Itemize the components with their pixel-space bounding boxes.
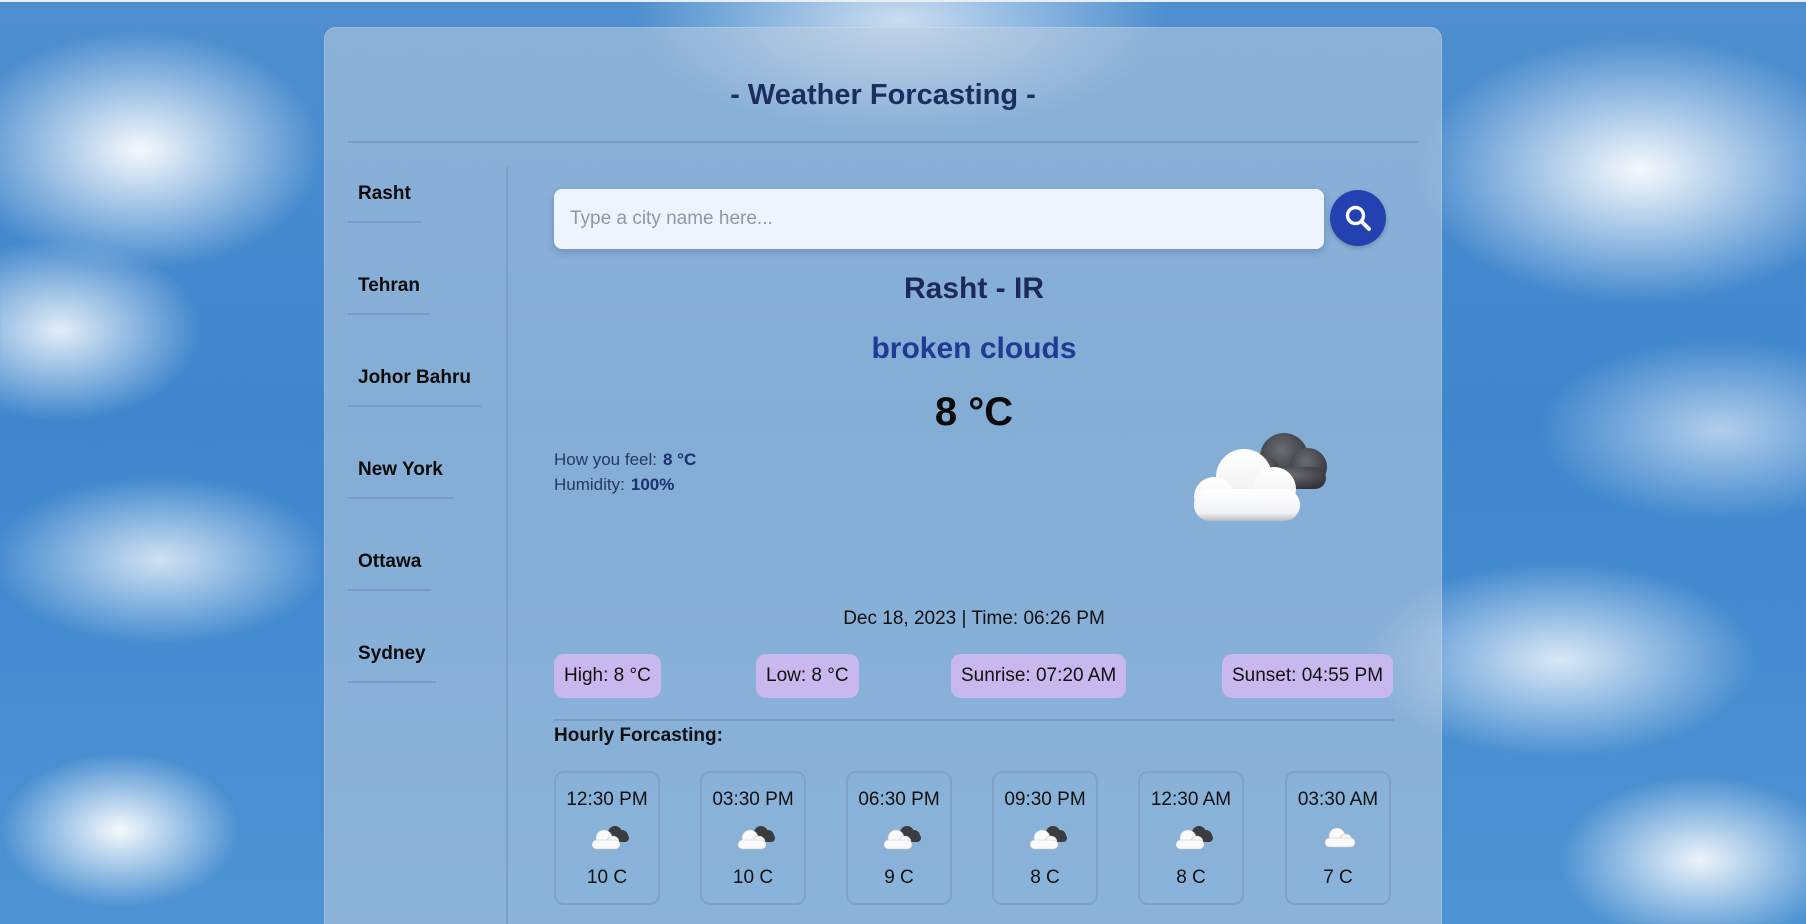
city-item-johor-bahru[interactable]: Johor Bahru (348, 361, 481, 407)
hourly-temp: 8 C (1030, 867, 1060, 888)
broken-clouds-icon (883, 826, 921, 850)
search-input[interactable] (554, 189, 1324, 249)
hourly-time: 03:30 PM (712, 789, 794, 810)
hourly-card: 03:30 PM 10 C (700, 771, 806, 905)
broken-clouds-icon (1194, 433, 1327, 521)
feels-like-label: How you feel: (554, 450, 657, 469)
location-title: Rasht - IR (903, 272, 1044, 305)
title-divider (348, 141, 1418, 143)
city-item-sydney[interactable]: Sydney (348, 637, 436, 683)
city-item-tehran[interactable]: Tehran (348, 269, 430, 315)
humidity-value: 100% (630, 475, 675, 494)
hourly-time: 12:30 AM (1150, 789, 1232, 810)
hourly-time: 12:30 PM (566, 789, 648, 810)
feels-like-value: 8 °C (663, 450, 697, 469)
broken-clouds-icon (737, 826, 775, 850)
browser-edge (0, 0, 1806, 2)
search-button[interactable] (1330, 190, 1386, 246)
cloud-icon (1324, 827, 1356, 848)
sunset-badge: Sunset: 04:55 PM (1222, 654, 1394, 698)
hourly-temp: 10 C (586, 867, 628, 888)
section-divider (554, 719, 1394, 721)
hourly-temp: 8 C (1176, 867, 1206, 888)
sunrise-badge: Sunrise: 07:20 AM (951, 654, 1127, 698)
hourly-temp: 9 C (884, 867, 914, 888)
hourly-title: Hourly Forcasting: (554, 725, 723, 746)
city-item-ottawa[interactable]: Ottawa (348, 545, 432, 591)
hourly-temp: 10 C (732, 867, 774, 888)
broken-clouds-icon (1029, 826, 1067, 850)
humidity-row: Humidity: 100% (554, 475, 674, 495)
hourly-card: 09:30 PM 8 C (992, 771, 1098, 905)
humidity-label: Humidity: (554, 475, 625, 494)
city-item-rasht[interactable]: Rasht (348, 177, 421, 223)
broken-clouds-icon (591, 826, 629, 850)
feels-like-row: How you feel: 8 °C (554, 450, 696, 470)
hourly-time: 09:30 PM (1004, 789, 1086, 810)
search-icon (1345, 205, 1371, 231)
hourly-card: 12:30 AM 8 C (1138, 771, 1244, 905)
hourly-time: 06:30 PM (858, 789, 940, 810)
city-item-new-york[interactable]: New York (348, 453, 453, 499)
hourly-time: 03:30 AM (1297, 789, 1379, 810)
hourly-card: 12:30 PM 10 C (554, 771, 660, 905)
weather-description: broken clouds (871, 332, 1077, 365)
high-temp-badge: High: 8 °C (554, 654, 661, 698)
hourly-card: 06:30 PM 9 C (846, 771, 952, 905)
sidebar-divider (506, 167, 508, 924)
hourly-temp: 7 C (1323, 867, 1353, 888)
app-title: - Weather Forcasting - (730, 79, 1036, 111)
date-time: Dec 18, 2023 | Time: 06:26 PM (843, 608, 1105, 629)
broken-clouds-icon (1175, 826, 1213, 850)
hourly-card: 03:30 AM 7 C (1285, 771, 1391, 905)
weather-panel: - Weather Forcasting - Rasht Tehran Joho… (324, 27, 1442, 924)
low-temp-badge: Low: 8 °C (756, 654, 859, 698)
